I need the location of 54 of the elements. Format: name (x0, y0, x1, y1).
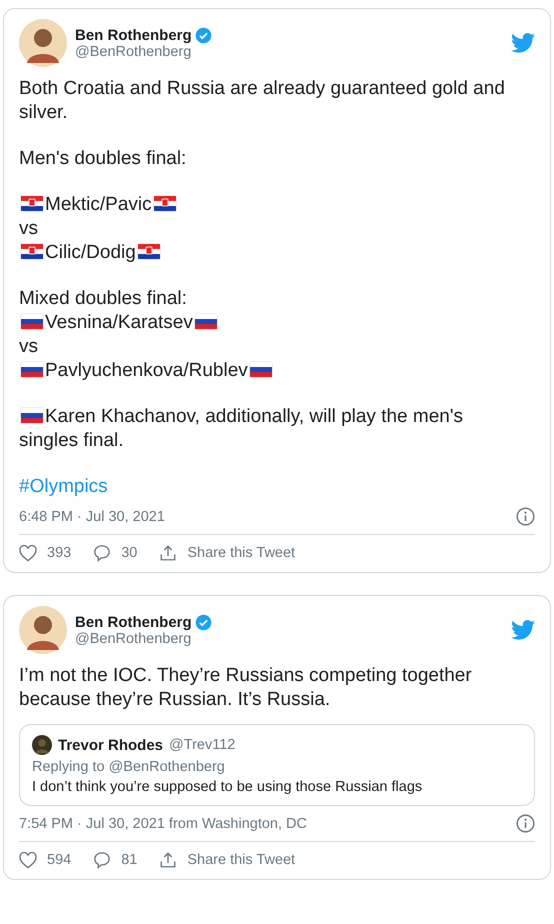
author-handle[interactable]: @BenRothenberg (75, 44, 503, 60)
tweet-timestamp[interactable]: 7:54 PM · Jul 30, 2021 from Washington, DC (19, 816, 307, 832)
verified-badge-icon (194, 26, 212, 44)
info-icon[interactable] (516, 814, 535, 833)
tweet-text: singles final. (19, 430, 124, 451)
author-name[interactable]: Ben Rothenberg (75, 26, 192, 44)
share-link[interactable]: Share this Tweet (187, 852, 296, 868)
like-count: 594 (47, 852, 72, 868)
flag-icon (152, 195, 177, 212)
flag-icon (20, 313, 44, 330)
author-name[interactable]: Ben Rothenberg (75, 614, 192, 630)
reply-count: 81 (121, 852, 138, 868)
avatar (32, 735, 52, 755)
quoted-author-name: Trevor Rhodes (58, 736, 164, 754)
replying-to-text: Replying to @BenRothenberg (32, 759, 226, 775)
share-icon[interactable] (159, 851, 178, 869)
hashtag-link[interactable]: #Olympics (19, 476, 108, 497)
author-handle[interactable]: @BenRothenberg (75, 630, 503, 646)
tweet-text: Mixed doubles final: (19, 288, 187, 309)
quoted-tweet[interactable]: Trevor Rhodes @Trev112 Replying to @BenRothenberg I don’t think you’re supposed to be using those Russian flags (19, 724, 535, 806)
quoted-tweet-text: I don’t think you’re supposed to be using those Russian flags (32, 779, 424, 795)
avatar (19, 19, 67, 67)
flag-icon (136, 243, 161, 260)
like-count: 393 (47, 545, 72, 561)
verified-badge-icon (194, 614, 212, 630)
heart-icon[interactable] (19, 852, 37, 868)
tweet-text: Pavlyuchenkova/Rublev (45, 360, 248, 381)
bird-logo-icon[interactable] (511, 33, 535, 53)
quoted-author-handle: @Trev112 (169, 737, 236, 753)
reply-icon[interactable] (93, 851, 112, 869)
tweet-text: Cilic/Dodig (45, 242, 136, 263)
reply-icon[interactable] (93, 544, 112, 562)
tweet-text: vs (19, 218, 38, 239)
tweet-timestamp[interactable]: 6:48 PM · Jul 30, 2021 (19, 508, 165, 524)
flag-icon (20, 195, 44, 212)
tweet-text: vs (19, 336, 38, 357)
share-icon[interactable] (159, 544, 178, 562)
flag-icon (20, 407, 44, 424)
flag-icon (20, 361, 44, 378)
tweet-text: Both Croatia and Russia are already guaranteed gold and silver. (19, 78, 505, 123)
tweet-text: Vesnina/Karatsev (45, 312, 193, 333)
flag-icon (194, 313, 218, 330)
tweet-text: I’m not the IOC. They’re Russians competing together because they’re Russian. It’s Russia. (19, 665, 472, 710)
tweet-text: Mektic/Pavic (45, 194, 152, 215)
tweet-text: Karen Khachanov, additionally, will play the men's (45, 406, 463, 427)
avatar (19, 606, 67, 654)
tweet-text: Men's doubles final: (19, 148, 186, 169)
share-link[interactable]: Share this Tweet (187, 545, 296, 561)
info-icon[interactable] (516, 507, 535, 526)
heart-icon[interactable] (19, 544, 37, 562)
bird-logo-icon[interactable] (511, 620, 535, 640)
reply-count: 30 (121, 545, 138, 561)
flag-icon (248, 361, 273, 378)
flag-icon (20, 243, 44, 260)
